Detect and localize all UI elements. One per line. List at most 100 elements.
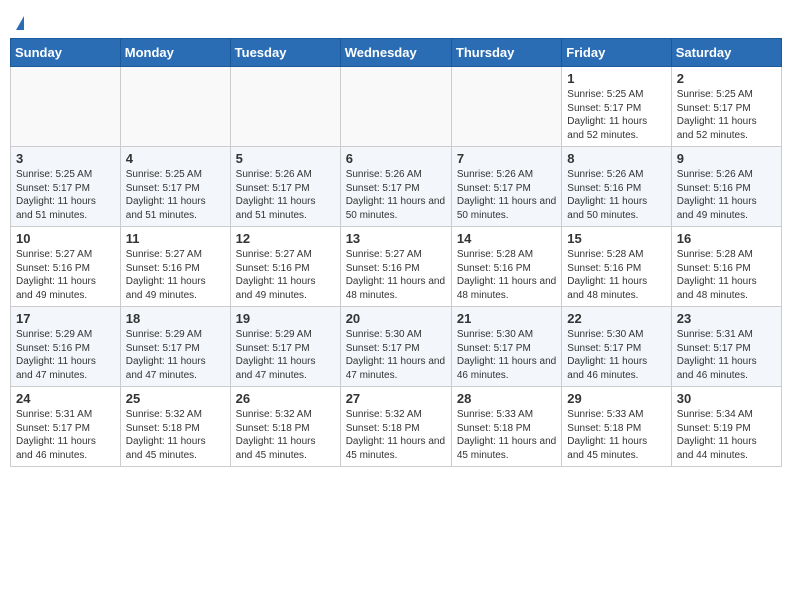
day-info: Sunrise: 5:31 AMSunset: 5:17 PMDaylight:… bbox=[677, 328, 776, 382]
calendar-cell: 1Sunrise: 5:25 AMSunset: 5:17 PMDaylight… bbox=[562, 67, 671, 147]
day-info: Sunrise: 5:27 AMSunset: 5:16 PMDaylight:… bbox=[236, 248, 335, 302]
day-info: Sunrise: 5:30 AMSunset: 5:17 PMDaylight:… bbox=[346, 328, 446, 382]
day-info: Sunrise: 5:27 AMSunset: 5:16 PMDaylight:… bbox=[126, 248, 225, 302]
logo bbox=[14, 16, 24, 30]
calendar-cell: 5 Sunrise: 5:26 AMSunset: 5:17 PMDaylight… bbox=[230, 147, 340, 227]
calendar-cell: 23 Sunrise: 5:31 AMSunset: 5:17 PMDayligh… bbox=[671, 307, 781, 387]
day-info: Sunrise: 5:30 AMSunset: 5:17 PMDaylight:… bbox=[457, 328, 556, 382]
day-info: Sunrise: 5:26 AMSunset: 5:17 PMDaylight:… bbox=[236, 168, 335, 222]
day-number: 19 bbox=[236, 311, 335, 326]
day-info: Sunrise: 5:25 AMSunset: 5:17 PMDaylight:… bbox=[567, 88, 665, 142]
day-info: Sunrise: 5:31 AMSunset: 5:17 PMDaylight:… bbox=[16, 408, 115, 462]
calendar-cell: 12 Sunrise: 5:27 AMSunset: 5:16 PMDayligh… bbox=[230, 227, 340, 307]
day-number: 5 bbox=[236, 151, 335, 166]
day-number: 27 bbox=[346, 391, 446, 406]
day-number: 11 bbox=[126, 231, 225, 246]
day-info: Sunrise: 5:32 AMSunset: 5:18 PMDaylight:… bbox=[236, 408, 335, 462]
day-header-monday: Monday bbox=[120, 39, 230, 67]
day-number: 13 bbox=[346, 231, 446, 246]
calendar-cell: 30 Sunrise: 5:34 AMSunset: 5:19 PMDayligh… bbox=[671, 387, 781, 467]
calendar-cell bbox=[451, 67, 561, 147]
day-number: 2 bbox=[677, 71, 776, 86]
day-info: Sunrise: 5:27 AMSunset: 5:16 PMDaylight:… bbox=[346, 248, 446, 302]
day-number: 17 bbox=[16, 311, 115, 326]
calendar-cell: 4 Sunrise: 5:25 AMSunset: 5:17 PMDaylight… bbox=[120, 147, 230, 227]
calendar-cell: 16 Sunrise: 5:28 AMSunset: 5:16 PMDayligh… bbox=[671, 227, 781, 307]
calendar-cell: 15 Sunrise: 5:28 AMSunset: 5:16 PMDayligh… bbox=[562, 227, 671, 307]
calendar-cell: 26 Sunrise: 5:32 AMSunset: 5:18 PMDayligh… bbox=[230, 387, 340, 467]
day-info: Sunrise: 5:33 AMSunset: 5:18 PMDaylight:… bbox=[457, 408, 556, 462]
calendar-cell: 21 Sunrise: 5:30 AMSunset: 5:17 PMDayligh… bbox=[451, 307, 561, 387]
day-number: 8 bbox=[567, 151, 665, 166]
day-info: Sunrise: 5:26 AMSunset: 5:17 PMDaylight:… bbox=[346, 168, 446, 222]
day-header-wednesday: Wednesday bbox=[340, 39, 451, 67]
calendar-cell bbox=[120, 67, 230, 147]
day-number: 6 bbox=[346, 151, 446, 166]
day-header-sunday: Sunday bbox=[11, 39, 121, 67]
calendar-cell: 2 Sunrise: 5:25 AMSunset: 5:17 PMDaylight… bbox=[671, 67, 781, 147]
day-number: 21 bbox=[457, 311, 556, 326]
day-info: Sunrise: 5:32 AMSunset: 5:18 PMDaylight:… bbox=[126, 408, 225, 462]
calendar-cell bbox=[230, 67, 340, 147]
logo-icon bbox=[16, 16, 24, 30]
day-info: Sunrise: 5:33 AMSunset: 5:18 PMDaylight:… bbox=[567, 408, 665, 462]
day-number: 20 bbox=[346, 311, 446, 326]
calendar-cell: 13 Sunrise: 5:27 AMSunset: 5:16 PMDayligh… bbox=[340, 227, 451, 307]
day-number: 10 bbox=[16, 231, 115, 246]
day-number: 15 bbox=[567, 231, 665, 246]
page-header bbox=[10, 10, 782, 30]
week-row: 10 Sunrise: 5:27 AMSunset: 5:16 PMDayligh… bbox=[11, 227, 782, 307]
day-number: 25 bbox=[126, 391, 225, 406]
calendar-cell: 14 Sunrise: 5:28 AMSunset: 5:16 PMDayligh… bbox=[451, 227, 561, 307]
day-number: 23 bbox=[677, 311, 776, 326]
day-info: Sunrise: 5:28 AMSunset: 5:16 PMDaylight:… bbox=[677, 248, 776, 302]
day-info: Sunrise: 5:30 AMSunset: 5:17 PMDaylight:… bbox=[567, 328, 665, 382]
day-info: Sunrise: 5:29 AMSunset: 5:16 PMDaylight:… bbox=[16, 328, 115, 382]
calendar-cell: 29 Sunrise: 5:33 AMSunset: 5:18 PMDayligh… bbox=[562, 387, 671, 467]
calendar-cell: 24 Sunrise: 5:31 AMSunset: 5:17 PMDayligh… bbox=[11, 387, 121, 467]
week-row: 1Sunrise: 5:25 AMSunset: 5:17 PMDaylight… bbox=[11, 67, 782, 147]
day-number: 22 bbox=[567, 311, 665, 326]
calendar: SundayMondayTuesdayWednesdayThursdayFrid… bbox=[10, 38, 782, 467]
header-row: SundayMondayTuesdayWednesdayThursdayFrid… bbox=[11, 39, 782, 67]
day-number: 28 bbox=[457, 391, 556, 406]
day-info: Sunrise: 5:25 AMSunset: 5:17 PMDaylight:… bbox=[16, 168, 115, 222]
day-info: Sunrise: 5:25 AMSunset: 5:17 PMDaylight:… bbox=[677, 88, 776, 142]
calendar-cell: 8 Sunrise: 5:26 AMSunset: 5:16 PMDaylight… bbox=[562, 147, 671, 227]
day-number: 29 bbox=[567, 391, 665, 406]
day-number: 14 bbox=[457, 231, 556, 246]
calendar-cell: 22 Sunrise: 5:30 AMSunset: 5:17 PMDayligh… bbox=[562, 307, 671, 387]
day-info: Sunrise: 5:28 AMSunset: 5:16 PMDaylight:… bbox=[567, 248, 665, 302]
calendar-cell: 17 Sunrise: 5:29 AMSunset: 5:16 PMDayligh… bbox=[11, 307, 121, 387]
day-number: 26 bbox=[236, 391, 335, 406]
day-number: 9 bbox=[677, 151, 776, 166]
day-number: 3 bbox=[16, 151, 115, 166]
calendar-cell: 18 Sunrise: 5:29 AMSunset: 5:17 PMDayligh… bbox=[120, 307, 230, 387]
day-header-friday: Friday bbox=[562, 39, 671, 67]
calendar-cell: 20 Sunrise: 5:30 AMSunset: 5:17 PMDayligh… bbox=[340, 307, 451, 387]
day-info: Sunrise: 5:26 AMSunset: 5:16 PMDaylight:… bbox=[677, 168, 776, 222]
day-header-thursday: Thursday bbox=[451, 39, 561, 67]
day-header-saturday: Saturday bbox=[671, 39, 781, 67]
day-number: 24 bbox=[16, 391, 115, 406]
day-info: Sunrise: 5:26 AMSunset: 5:16 PMDaylight:… bbox=[567, 168, 665, 222]
day-info: Sunrise: 5:28 AMSunset: 5:16 PMDaylight:… bbox=[457, 248, 556, 302]
calendar-cell: 3 Sunrise: 5:25 AMSunset: 5:17 PMDaylight… bbox=[11, 147, 121, 227]
week-row: 24 Sunrise: 5:31 AMSunset: 5:17 PMDayligh… bbox=[11, 387, 782, 467]
day-number: 16 bbox=[677, 231, 776, 246]
day-info: Sunrise: 5:27 AMSunset: 5:16 PMDaylight:… bbox=[16, 248, 115, 302]
day-number: 30 bbox=[677, 391, 776, 406]
day-info: Sunrise: 5:29 AMSunset: 5:17 PMDaylight:… bbox=[126, 328, 225, 382]
calendar-cell: 27Sunrise: 5:32 AMSunset: 5:18 PMDayligh… bbox=[340, 387, 451, 467]
calendar-cell: 10 Sunrise: 5:27 AMSunset: 5:16 PMDayligh… bbox=[11, 227, 121, 307]
day-number: 18 bbox=[126, 311, 225, 326]
day-number: 4 bbox=[126, 151, 225, 166]
calendar-cell bbox=[11, 67, 121, 147]
week-row: 17 Sunrise: 5:29 AMSunset: 5:16 PMDayligh… bbox=[11, 307, 782, 387]
day-number: 12 bbox=[236, 231, 335, 246]
calendar-cell: 19Sunrise: 5:29 AMSunset: 5:17 PMDayligh… bbox=[230, 307, 340, 387]
day-info: Sunrise: 5:34 AMSunset: 5:19 PMDaylight:… bbox=[677, 408, 776, 462]
day-info: Sunrise: 5:25 AMSunset: 5:17 PMDaylight:… bbox=[126, 168, 225, 222]
day-header-tuesday: Tuesday bbox=[230, 39, 340, 67]
calendar-cell: 28 Sunrise: 5:33 AMSunset: 5:18 PMDayligh… bbox=[451, 387, 561, 467]
